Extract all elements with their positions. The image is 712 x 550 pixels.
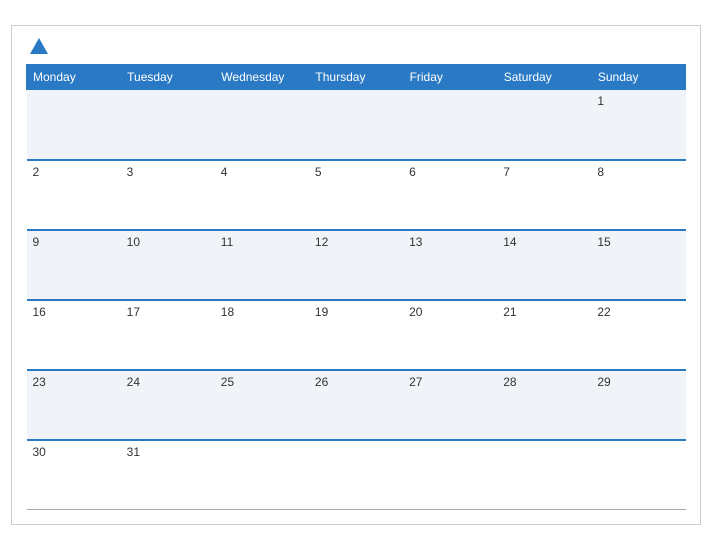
calendar-cell: 9	[27, 230, 121, 300]
day-number: 15	[597, 235, 610, 249]
day-number: 25	[221, 375, 234, 389]
calendar-header	[26, 36, 686, 58]
day-number: 26	[315, 375, 328, 389]
day-number: 23	[33, 375, 46, 389]
calendar-cell	[403, 90, 497, 160]
day-number: 10	[127, 235, 140, 249]
calendar-cell	[121, 90, 215, 160]
calendar-cell: 7	[497, 160, 591, 230]
calendar-cell: 10	[121, 230, 215, 300]
day-number: 7	[503, 165, 510, 179]
calendar-cell: 31	[121, 440, 215, 510]
day-number: 8	[597, 165, 604, 179]
week-row-1: 2 3 4 5 6 7 8	[27, 160, 686, 230]
calendar-cell: 29	[591, 370, 685, 440]
day-number: 28	[503, 375, 516, 389]
day-number: 27	[409, 375, 422, 389]
calendar-cell: 21	[497, 300, 591, 370]
calendar-cell: 1	[591, 90, 685, 160]
calendar-cell: 16	[27, 300, 121, 370]
calendar-cell	[309, 440, 403, 510]
calendar-cell: 14	[497, 230, 591, 300]
calendar-cell: 30	[27, 440, 121, 510]
weekday-header-sunday: Sunday	[591, 65, 685, 90]
day-number: 17	[127, 305, 140, 319]
day-number: 9	[33, 235, 40, 249]
calendar-cell: 13	[403, 230, 497, 300]
calendar-cell: 8	[591, 160, 685, 230]
day-number: 18	[221, 305, 234, 319]
calendar-cell: 22	[591, 300, 685, 370]
week-row-2: 9 10 11 12 13 14 15	[27, 230, 686, 300]
calendar-cell: 23	[27, 370, 121, 440]
calendar-cell: 19	[309, 300, 403, 370]
day-number: 1	[597, 94, 604, 108]
calendar-cell: 6	[403, 160, 497, 230]
calendar-cell	[591, 440, 685, 510]
calendar-cell: 11	[215, 230, 309, 300]
day-number: 30	[33, 445, 46, 459]
day-number: 5	[315, 165, 322, 179]
day-number: 22	[597, 305, 610, 319]
calendar-cell: 2	[27, 160, 121, 230]
calendar-cell	[215, 90, 309, 160]
day-number: 2	[33, 165, 40, 179]
day-number: 19	[315, 305, 328, 319]
day-number: 6	[409, 165, 416, 179]
calendar-grid: MondayTuesdayWednesdayThursdayFridaySatu…	[26, 64, 686, 510]
calendar-cell	[497, 440, 591, 510]
weekday-header-tuesday: Tuesday	[121, 65, 215, 90]
weekday-header-thursday: Thursday	[309, 65, 403, 90]
day-number: 13	[409, 235, 422, 249]
week-row-5: 30 31	[27, 440, 686, 510]
weekday-header-saturday: Saturday	[497, 65, 591, 90]
week-row-0: 1	[27, 90, 686, 160]
calendar-cell: 24	[121, 370, 215, 440]
day-number: 12	[315, 235, 328, 249]
calendar-thead: MondayTuesdayWednesdayThursdayFridaySatu…	[27, 65, 686, 90]
calendar-cell: 15	[591, 230, 685, 300]
calendar-cell: 18	[215, 300, 309, 370]
calendar-body: 1234567891011121314151617181920212223242…	[27, 90, 686, 510]
weekday-header-monday: Monday	[27, 65, 121, 90]
calendar-cell: 28	[497, 370, 591, 440]
weekday-header-friday: Friday	[403, 65, 497, 90]
calendar-cell	[27, 90, 121, 160]
calendar-cell: 4	[215, 160, 309, 230]
week-row-4: 23 24 25 26 27 28 29	[27, 370, 686, 440]
calendar-cell: 26	[309, 370, 403, 440]
day-number: 21	[503, 305, 516, 319]
weekday-header-row: MondayTuesdayWednesdayThursdayFridaySatu…	[27, 65, 686, 90]
logo-icon	[28, 36, 50, 58]
day-number: 31	[127, 445, 140, 459]
calendar-cell: 12	[309, 230, 403, 300]
calendar-container: MondayTuesdayWednesdayThursdayFridaySatu…	[11, 25, 701, 525]
calendar-cell: 20	[403, 300, 497, 370]
day-number: 3	[127, 165, 134, 179]
week-row-3: 16 17 18 19 20 21 22	[27, 300, 686, 370]
calendar-cell: 17	[121, 300, 215, 370]
calendar-cell: 5	[309, 160, 403, 230]
day-number: 4	[221, 165, 228, 179]
calendar-cell: 3	[121, 160, 215, 230]
calendar-cell	[309, 90, 403, 160]
day-number: 29	[597, 375, 610, 389]
day-number: 11	[221, 235, 233, 249]
logo	[26, 36, 50, 58]
calendar-cell	[215, 440, 309, 510]
calendar-cell	[497, 90, 591, 160]
weekday-header-wednesday: Wednesday	[215, 65, 309, 90]
day-number: 20	[409, 305, 422, 319]
day-number: 16	[33, 305, 46, 319]
calendar-cell: 25	[215, 370, 309, 440]
day-number: 14	[503, 235, 516, 249]
calendar-cell: 27	[403, 370, 497, 440]
day-number: 24	[127, 375, 140, 389]
calendar-cell	[403, 440, 497, 510]
